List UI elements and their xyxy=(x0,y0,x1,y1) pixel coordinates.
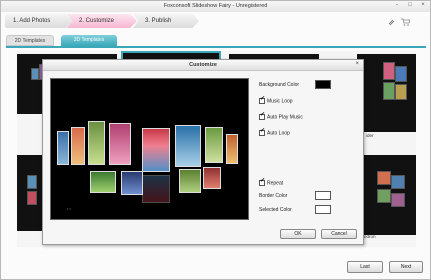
template-thumbnail[interactable] xyxy=(357,54,416,132)
border-color-swatch[interactable] xyxy=(315,191,331,200)
app-window: Foxconsoft Slideshow Fairy - Unregistere… xyxy=(0,0,431,280)
template-thumbnail[interactable] xyxy=(357,155,416,235)
tab-underline xyxy=(6,46,426,48)
app-title: Foxconsoft Slideshow Fairy - Unregistere… xyxy=(163,3,268,9)
cancel-button[interactable]: Cancel xyxy=(321,229,357,239)
preview-photo xyxy=(142,128,170,172)
step-customize[interactable]: 2. Customize xyxy=(67,14,137,28)
minimize-icon[interactable]: - xyxy=(393,2,401,8)
preview-photo xyxy=(121,171,143,195)
preview-photo xyxy=(57,131,69,165)
dialog-title-bar: Customize × xyxy=(43,60,363,71)
window-controls: - □ × xyxy=(393,2,427,8)
auto-loop-label: Auto Loop xyxy=(267,130,290,137)
close-icon[interactable]: × xyxy=(355,61,359,67)
next-button[interactable]: Next xyxy=(389,261,423,273)
tab-2d-templates[interactable]: 2D Templates xyxy=(6,35,54,46)
wizard-steps: 1. Add Photos 3. Publish 2. Customize xyxy=(5,14,205,28)
selected-color-label: Selected Color xyxy=(259,207,292,213)
music-loop-row[interactable]: ✔ Music Loop xyxy=(259,96,293,105)
repeat-label: Repeat xyxy=(267,180,284,187)
music-loop-checkbox[interactable]: ✔ xyxy=(259,96,265,104)
customize-dialog: Customize × • • Background Color ✔ Music … xyxy=(42,59,364,245)
preview-photo xyxy=(179,169,201,193)
background-color-label: Background Color xyxy=(259,82,300,88)
header-icons xyxy=(387,18,411,28)
step-add-photos[interactable]: 1. Add Photos xyxy=(5,14,73,28)
auto-play-music-checkbox[interactable]: ✔ xyxy=(259,112,265,120)
maximize-icon[interactable]: □ xyxy=(406,2,414,8)
dialog-title: Customize xyxy=(189,62,217,68)
preview-dots: • • xyxy=(67,206,71,211)
template-name-label: ider xyxy=(366,133,374,138)
title-bar: Foxconsoft Slideshow Fairy - Unregistere… xyxy=(1,1,430,12)
template-preview: • • xyxy=(50,78,249,220)
close-icon[interactable]: × xyxy=(419,2,427,8)
preview-photo xyxy=(175,125,201,167)
paperclip-icon[interactable] xyxy=(387,18,395,28)
background-color-swatch[interactable] xyxy=(315,80,331,89)
border-color-label: Border Color xyxy=(259,193,288,199)
ok-button[interactable]: OK xyxy=(280,229,316,239)
step-publish[interactable]: 3. Publish xyxy=(133,14,199,28)
repeat-row[interactable]: ✔ Repeat xyxy=(259,178,284,187)
auto-loop-checkbox[interactable]: ✔ xyxy=(259,128,265,136)
preview-photo xyxy=(90,171,116,193)
cart-icon[interactable] xyxy=(401,18,411,28)
preview-photo xyxy=(71,127,85,165)
auto-play-music-row[interactable]: ✔ Auto Play Music xyxy=(259,112,303,121)
preview-reflection xyxy=(142,175,170,203)
preview-photo xyxy=(88,121,105,165)
preview-photo xyxy=(205,127,223,163)
music-loop-label: Music Loop xyxy=(267,98,293,105)
preview-photo xyxy=(203,167,221,189)
preview-photo xyxy=(109,123,131,165)
auto-play-music-label: Auto Play Music xyxy=(267,114,303,121)
selected-color-swatch[interactable] xyxy=(315,205,331,214)
preview-photo xyxy=(226,134,238,164)
last-button[interactable]: Last xyxy=(347,261,383,273)
auto-loop-row[interactable]: ✔ Auto Loop xyxy=(259,128,290,137)
repeat-checkbox[interactable]: ✔ xyxy=(259,178,265,186)
tab-3d-templates[interactable]: 3D Templates xyxy=(61,35,117,46)
